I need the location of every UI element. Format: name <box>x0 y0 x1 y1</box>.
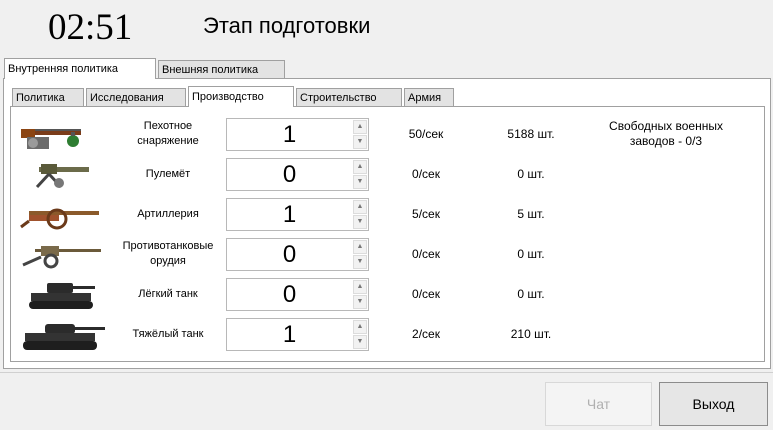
chat-button[interactable]: Чат <box>545 382 652 426</box>
quantity-value[interactable]: 0 <box>227 159 352 190</box>
tab-research[interactable]: Исследования <box>86 88 186 106</box>
quantity-value[interactable]: 1 <box>227 319 352 350</box>
spin-down-button[interactable]: ▼ <box>353 335 367 349</box>
tab-foreign-policy[interactable]: Внешняя политика <box>158 60 285 78</box>
production-row-anti-tank: Противотанковые орудия 0 ▲ ▼ 0/сек 0 шт. <box>11 235 766 273</box>
light-tank-icon <box>29 283 95 309</box>
unit-count: 0 шт. <box>517 287 545 301</box>
quantity-value[interactable]: 1 <box>227 199 352 230</box>
production-rate: 50/сек <box>408 127 444 141</box>
unit-name: Лёгкий танк <box>138 287 198 300</box>
production-row-infantry: Пехотное снаряжение 1 ▲ ▼ 50/сек 5188 шт… <box>11 115 766 153</box>
spin-up-button[interactable]: ▲ <box>353 120 367 134</box>
unit-count: 210 шт. <box>510 327 552 341</box>
quantity-value[interactable]: 1 <box>227 119 352 150</box>
spin-down-button[interactable]: ▼ <box>353 135 367 149</box>
unit-name: Тяжёлый танк <box>132 327 204 340</box>
unit-name: Противотанковые орудия <box>122 240 214 267</box>
production-row-machine-gun: Пулемёт 0 ▲ ▼ 0/сек 0 шт. <box>11 155 766 193</box>
production-row-artillery: Артиллерия 1 ▲ ▼ 5/сек 5 шт. <box>11 195 766 233</box>
spin-up-button[interactable]: ▲ <box>353 320 367 334</box>
tab-internal-policy[interactable]: Внутренняя политика <box>4 58 156 79</box>
production-rate: 5/сек <box>412 207 440 221</box>
unit-count: 0 шт. <box>517 167 545 181</box>
exit-button[interactable]: Выход <box>659 382 768 426</box>
countdown-timer: 02:51 <box>48 7 133 48</box>
spin-up-button[interactable]: ▲ <box>353 200 367 214</box>
spin-up-button[interactable]: ▲ <box>353 280 367 294</box>
production-panel: Свободных военных заводов - 0/3 Пехотное… <box>10 106 765 362</box>
production-row-light-tank: Лёгкий танк 0 ▲ ▼ 0/сек 0 шт. <box>11 275 766 313</box>
production-row-heavy-tank: Тяжёлый танк 1 ▲ ▼ 2/сек 210 шт. <box>11 315 766 353</box>
production-rate: 0/сек <box>412 167 440 181</box>
tab-politics[interactable]: Политика <box>12 88 84 106</box>
quantity-stepper[interactable]: 0 ▲ ▼ <box>226 278 369 311</box>
spin-up-button[interactable]: ▲ <box>353 160 367 174</box>
unit-count: 0 шт. <box>517 247 545 261</box>
quantity-stepper[interactable]: 0 ▲ ▼ <box>226 238 369 271</box>
spin-down-button[interactable]: ▼ <box>353 255 367 269</box>
spin-down-button[interactable]: ▼ <box>353 215 367 229</box>
unit-name: Пулемёт <box>145 167 191 180</box>
quantity-stepper[interactable]: 0 ▲ ▼ <box>226 158 369 191</box>
tab-army[interactable]: Армия <box>404 88 454 106</box>
bottom-divider <box>0 372 773 373</box>
phase-title: Этап подготовки <box>203 13 371 38</box>
tab-construction[interactable]: Строительство <box>296 88 402 106</box>
unit-name: Пехотное снаряжение <box>137 120 199 147</box>
heavy-tank-icon <box>23 324 105 350</box>
quantity-stepper[interactable]: 1 ▲ ▼ <box>226 198 369 231</box>
unit-count: 5 шт. <box>517 207 545 221</box>
spin-up-button[interactable]: ▲ <box>353 240 367 254</box>
spin-down-button[interactable]: ▼ <box>353 295 367 309</box>
unit-name: Артиллерия <box>137 207 199 220</box>
artillery-icon <box>20 208 99 230</box>
unit-count: 5188 шт. <box>507 127 555 141</box>
production-rate: 2/сек <box>412 327 440 341</box>
quantity-stepper[interactable]: 1 ▲ ▼ <box>226 118 369 151</box>
quantity-stepper[interactable]: 1 ▲ ▼ <box>226 318 369 351</box>
machine-gun-icon <box>35 164 89 189</box>
quantity-value[interactable]: 0 <box>227 279 352 310</box>
quantity-value[interactable]: 0 <box>227 239 352 270</box>
production-rate: 0/сек <box>412 247 440 261</box>
anti-tank-gun-icon <box>22 246 101 269</box>
spin-down-button[interactable]: ▼ <box>353 175 367 189</box>
tab-production[interactable]: Производство <box>188 86 294 107</box>
rifle-grenade-icon <box>21 129 81 149</box>
production-rate: 0/сек <box>412 287 440 301</box>
